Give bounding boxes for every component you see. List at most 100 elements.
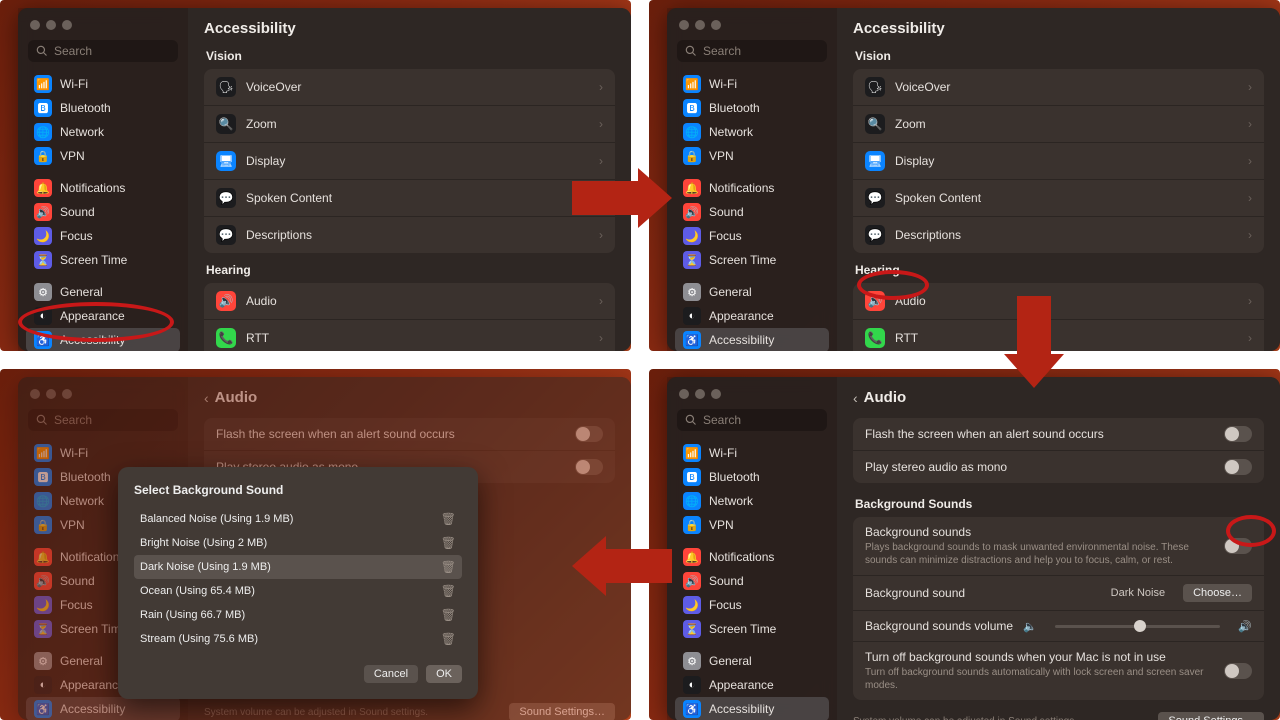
sidebar-item-screen-time[interactable]: ⏳Screen Time <box>675 617 829 641</box>
sound-option[interactable]: Rain (Using 66.7 MB)🗑 <box>134 603 462 627</box>
trash-icon[interactable]: 🗑 <box>441 608 456 622</box>
row-flash-the-screen-when-an-alert[interactable]: Flash the screen when an alert sound occ… <box>204 418 615 451</box>
choose-button[interactable]: Choose… <box>1183 584 1252 602</box>
trash-icon[interactable]: 🗑 <box>441 632 456 646</box>
sidebar-item-label: Notifications <box>709 550 774 564</box>
sidebar-item-sound[interactable]: 🔊Sound <box>26 200 180 224</box>
sidebar-item-general[interactable]: ⚙General <box>675 649 829 673</box>
sidebar-item-focus[interactable]: 🌙Focus <box>675 224 829 248</box>
search-input[interactable]: Search <box>28 40 178 62</box>
bg-sounds-toggle[interactable] <box>1224 538 1252 554</box>
row-turnoff-idle[interactable]: Turn off background sounds when your Mac… <box>853 642 1264 700</box>
bg-volume-slider[interactable] <box>1055 625 1221 628</box>
row-display[interactable]: 🖥Display› <box>853 143 1264 180</box>
toggle-switch[interactable] <box>575 426 603 442</box>
sidebar-item-wi-fi[interactable]: 📶Wi-Fi <box>26 72 180 96</box>
sound-option[interactable]: Bright Noise (Using 2 MB)🗑 <box>134 531 462 555</box>
sidebar-item-label: Accessibility <box>60 333 125 347</box>
sidebar-item-wi-fi[interactable]: 📶Wi-Fi <box>675 72 829 96</box>
sidebar-item-sound[interactable]: 🔊Sound <box>675 200 829 224</box>
row-audio[interactable]: 🔊Audio› <box>853 283 1264 320</box>
trash-icon[interactable]: 🗑 <box>441 536 456 550</box>
sound-option[interactable]: Ocean (Using 65.4 MB)🗑 <box>134 579 462 603</box>
row-audio[interactable]: 🔊Audio› <box>204 283 615 320</box>
row-play-stereo-audio-as-mono[interactable]: Play stereo audio as mono <box>853 451 1264 483</box>
sidebar-item-network[interactable]: 🌐Network <box>26 120 180 144</box>
back-button[interactable]: ‹ <box>853 390 858 406</box>
sidebar-item-accessibility[interactable]: ♿Accessibility <box>675 697 829 720</box>
row-zoom[interactable]: 🔍Zoom› <box>853 106 1264 143</box>
sidebar-item-general[interactable]: ⚙General <box>26 280 180 304</box>
sidebar-item-focus[interactable]: 🌙Focus <box>26 224 180 248</box>
trash-icon[interactable]: 🗑 <box>441 560 456 574</box>
sidebar-item-bluetooth[interactable]: 🅱Bluetooth <box>675 465 829 489</box>
sidebar-item-accessibility[interactable]: ♿Accessibility <box>26 328 180 351</box>
ok-button[interactable]: OK <box>426 665 462 683</box>
row-descriptions[interactable]: 💬Descriptions› <box>853 217 1264 253</box>
sound-settings-button[interactable]: Sound Settings… <box>509 703 615 720</box>
sidebar-item-bluetooth[interactable]: 🅱Bluetooth <box>675 96 829 120</box>
sidebar-item-label: Screen Time <box>709 622 776 636</box>
sidebar-item-appearance[interactable]: ◐Appearance <box>675 304 829 328</box>
sidebar-item-vpn[interactable]: 🔒VPN <box>675 144 829 168</box>
row-rtt[interactable]: 📞RTT› <box>853 320 1264 351</box>
toggle-switch[interactable] <box>575 459 603 475</box>
row-label: Descriptions <box>246 228 312 242</box>
sidebar-item-bluetooth[interactable]: 🅱Bluetooth <box>26 96 180 120</box>
notifications-icon: 🔔 <box>34 179 52 197</box>
sidebar-item-notifications[interactable]: 🔔Notifications <box>675 545 829 569</box>
sidebar-item-network[interactable]: 🌐Network <box>675 120 829 144</box>
row-zoom[interactable]: 🔍Zoom› <box>204 106 615 143</box>
toggle-switch[interactable] <box>1224 459 1252 475</box>
search-input[interactable]: Search <box>28 409 178 431</box>
sidebar-item-accessibility[interactable]: ♿Accessibility <box>675 328 829 351</box>
sidebar-item-accessibility[interactable]: ♿Accessibility <box>26 697 180 720</box>
sound-settings-button[interactable]: Sound Settings… <box>1158 712 1264 720</box>
trash-icon[interactable]: 🗑 <box>441 584 456 598</box>
window-controls[interactable] <box>24 385 182 409</box>
row-flash-the-screen-when-an-alert[interactable]: Flash the screen when an alert sound occ… <box>853 418 1264 451</box>
sidebar-item-network[interactable]: 🌐Network <box>675 489 829 513</box>
cancel-button[interactable]: Cancel <box>364 665 418 683</box>
sidebar-item-notifications[interactable]: 🔔Notifications <box>26 176 180 200</box>
window-controls[interactable] <box>24 16 182 40</box>
row-bg-sounds-toggle[interactable]: Background sounds Plays background sound… <box>853 517 1264 576</box>
window-controls[interactable] <box>673 385 831 409</box>
row-voiceover[interactable]: 🗣VoiceOver› <box>853 69 1264 106</box>
chevron-right-icon: › <box>1248 228 1252 242</box>
back-button[interactable]: ‹ <box>204 390 209 406</box>
row-voiceover[interactable]: 🗣VoiceOver› <box>204 69 615 106</box>
sidebar-item-notifications[interactable]: 🔔Notifications <box>675 176 829 200</box>
window-controls[interactable] <box>673 16 831 40</box>
sidebar-item-vpn[interactable]: 🔒VPN <box>675 513 829 537</box>
trash-icon[interactable]: 🗑 <box>441 512 456 526</box>
section-header-bg: Background Sounds <box>855 497 1264 511</box>
sidebar-item-general[interactable]: ⚙General <box>675 280 829 304</box>
row-spoken-content[interactable]: 💬Spoken Content› <box>853 180 1264 217</box>
sound-option[interactable]: Stream (Using 75.6 MB)🗑 <box>134 627 462 651</box>
sidebar-item-focus[interactable]: 🌙Focus <box>675 593 829 617</box>
sidebar-item-wi-fi[interactable]: 📶Wi-Fi <box>26 441 180 465</box>
row-spoken-content[interactable]: 💬Spoken Content› <box>204 180 615 217</box>
volume-low-icon: 🔈 <box>1023 620 1037 633</box>
row-descriptions[interactable]: 💬Descriptions› <box>204 217 615 253</box>
sidebar-item-appearance[interactable]: ◐Appearance <box>675 673 829 697</box>
sidebar-item-sound[interactable]: 🔊Sound <box>675 569 829 593</box>
focus-icon: 🌙 <box>34 596 52 614</box>
bluetooth-icon: 🅱 <box>34 468 52 486</box>
row-label: Spoken Content <box>895 191 981 205</box>
sidebar-item-vpn[interactable]: 🔒VPN <box>26 144 180 168</box>
row-rtt[interactable]: 📞RTT› <box>204 320 615 351</box>
search-input[interactable]: Search <box>677 409 827 431</box>
toggle-switch[interactable] <box>1224 426 1252 442</box>
turnoff-toggle[interactable] <box>1224 663 1252 679</box>
sidebar-item-screen-time[interactable]: ⏳Screen Time <box>675 248 829 272</box>
sidebar-item-screen-time[interactable]: ⏳Screen Time <box>26 248 180 272</box>
sidebar-item-wi-fi[interactable]: 📶Wi-Fi <box>675 441 829 465</box>
search-input[interactable]: Search <box>677 40 827 62</box>
appearance-icon: ◐ <box>683 676 701 694</box>
row-display[interactable]: 🖥Display› <box>204 143 615 180</box>
sound-option[interactable]: Balanced Noise (Using 1.9 MB)🗑 <box>134 507 462 531</box>
sidebar-item-appearance[interactable]: ◐Appearance <box>26 304 180 328</box>
sound-option[interactable]: Dark Noise (Using 1.9 MB)🗑 <box>134 555 462 579</box>
